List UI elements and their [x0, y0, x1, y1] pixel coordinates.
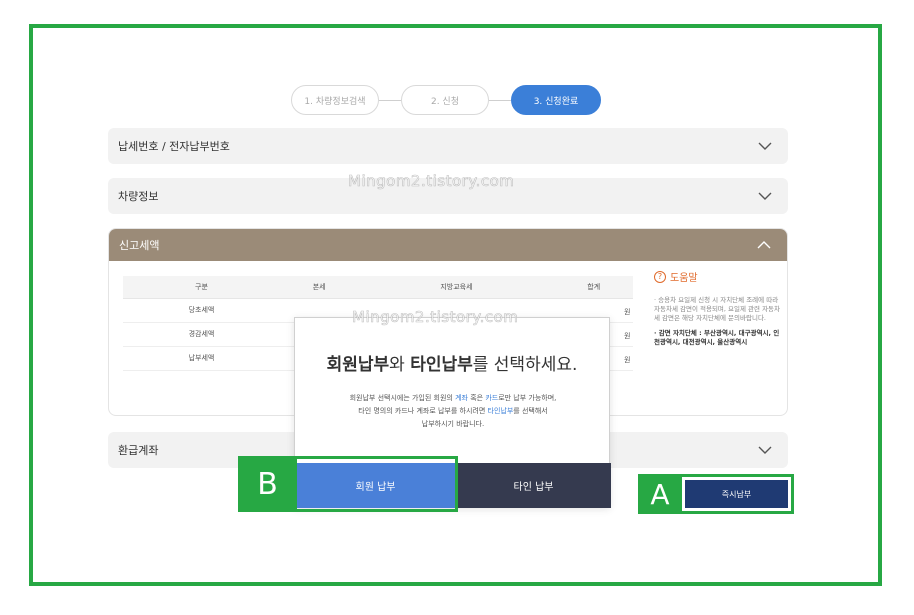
- help-box: ? 도움말 · 승용차 요일제 신청 시 자치단체 조례에 따라 자동차세 감면…: [654, 269, 784, 347]
- table-header: 구분: [123, 276, 280, 299]
- watermark: Mingom2.tistory.com: [348, 172, 515, 191]
- accordion-label: 차량정보: [118, 190, 159, 203]
- modal-description: 회원납부 선택시에는 가입된 회원의 계좌 혹은 카드로만 납부 가능하며, 타…: [349, 394, 557, 428]
- table-header: 합계: [554, 276, 633, 299]
- step-connector: [489, 99, 511, 101]
- other-payment-button[interactable]: 타인 납부: [456, 463, 611, 508]
- row-label: 경감세액: [123, 322, 280, 347]
- table-header: 본세: [279, 276, 359, 299]
- help-regions: · 감면 자치단체 : 부산광역시, 대구광역시, 인천광역시, 대전광역시, …: [654, 329, 780, 346]
- chevron-down-icon: [758, 142, 772, 150]
- chevron-down-icon: [758, 446, 772, 454]
- table-header: 지방교육세: [358, 276, 555, 299]
- row-label: 당초세액: [123, 298, 280, 323]
- step-connector: [379, 99, 401, 101]
- accordion-label: 납세번호 / 전자납부번호: [118, 140, 230, 153]
- accordion-reported-tax[interactable]: 신고세액: [109, 229, 787, 261]
- help-text: · 승용차 요일제 신청 시 자치단체 조례에 따라 자동차세 감면이 적용되며…: [654, 296, 781, 322]
- unit-label: 원: [624, 308, 631, 316]
- accordion-tax-number[interactable]: 납세번호 / 전자납부번호: [108, 128, 788, 164]
- step-apply: 2. 신청: [401, 85, 489, 115]
- chevron-up-icon: [757, 241, 771, 249]
- annotation-label-b: B: [238, 456, 297, 512]
- chevron-down-icon: [758, 192, 772, 200]
- watermark: Mingom2.tistory.com: [352, 308, 519, 327]
- annotation-label-a: A: [638, 474, 682, 514]
- unit-label: 원: [624, 356, 631, 364]
- question-icon: ?: [654, 270, 666, 283]
- step-indicator: 1. 차량정보검색 2. 신청 3. 신청완료: [291, 85, 601, 115]
- help-title: 도움말: [670, 273, 698, 284]
- accordion-label: 환급계좌: [118, 444, 159, 457]
- step-complete: 3. 신청완료: [511, 85, 601, 115]
- row-label: 납부세액: [123, 346, 280, 371]
- modal-title: 회원납부와 타인납부를 선택하세요.: [326, 355, 578, 375]
- step-vehicle-search: 1. 차량정보검색: [291, 85, 379, 115]
- accordion-label: 신고세액: [119, 239, 160, 252]
- unit-label: 원: [624, 332, 631, 340]
